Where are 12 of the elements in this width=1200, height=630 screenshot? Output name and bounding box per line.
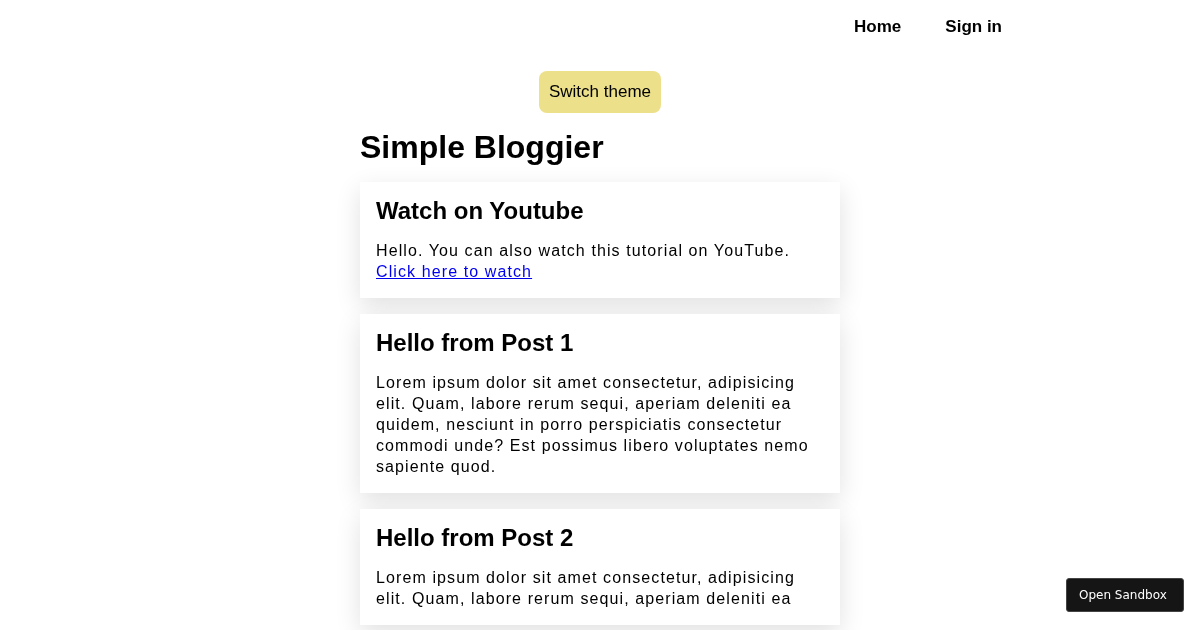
watch-link[interactable]: Click here to watch — [376, 263, 533, 280]
post-body: Hello. You can also watch this tutorial on YouTube. Click here to watch — [376, 241, 791, 282]
nav-link[interactable]: Sign in — [945, 17, 1002, 40]
post-title: Hello from Post 2 — [376, 523, 575, 553]
switch-theme-button[interactable]: Switch theme — [538, 71, 661, 113]
open-sandbox-button[interactable]: Open Sandbox — [1066, 578, 1184, 612]
post-body: Lorem ipsum dolor sit amet consectetur, adipisicing elit. Quam, labore rerum sequi, aperiam deleniti ea quidem, nesciunt in porro perspiciatis consectetur commodi unde? Est possimus libero voluptates nemo sapiente quod. — [376, 373, 810, 477]
post-body: Lorem ipsum dolor sit amet consectetur, adipisicing elit. Quam, labore rerum sequi, aperiam deleniti ea — [376, 568, 796, 609]
nav-link[interactable]: Home — [854, 17, 902, 40]
post-title: Hello from Post 1 — [376, 328, 575, 358]
post-title: Watch on Youtube — [376, 196, 585, 226]
page-title: Simple Bloggier — [360, 129, 605, 166]
